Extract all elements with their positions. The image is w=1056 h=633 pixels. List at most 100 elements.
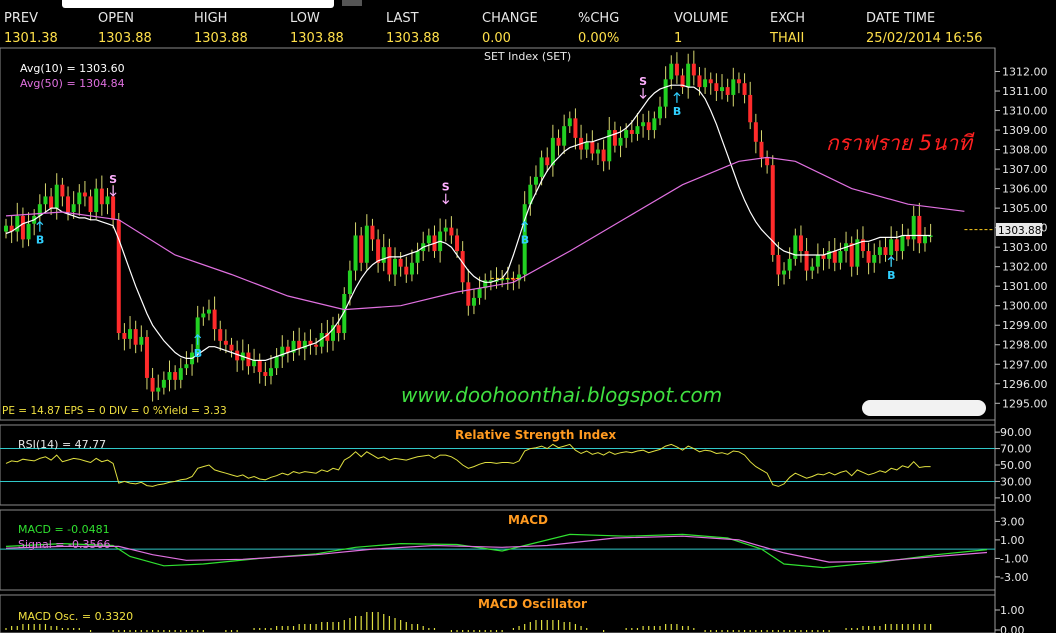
candle-body <box>624 130 629 138</box>
signal-legend: Signal = -0.3566 <box>18 538 110 551</box>
candle-body <box>601 149 606 162</box>
price-panel-title: SET Index (SET) <box>484 50 571 63</box>
macd-osc-panel-title: MACD Oscillator <box>478 597 587 611</box>
candle-body <box>4 225 8 232</box>
candle-body <box>353 235 358 271</box>
buy-signal-label: B <box>887 269 895 282</box>
candle-body <box>736 79 741 84</box>
candle-body <box>257 360 262 373</box>
candle-body <box>139 336 144 345</box>
candle-body <box>641 122 646 127</box>
candle-body <box>49 196 54 209</box>
candle-body <box>347 270 352 294</box>
buy-signal-label: B <box>194 347 202 360</box>
candle-body <box>26 223 31 240</box>
candle-body <box>556 137 561 146</box>
avg10-legend: Avg(10) = 1303.60 <box>20 62 125 75</box>
candle-body <box>455 235 460 252</box>
candle-body <box>223 340 228 345</box>
candle-body <box>274 356 279 369</box>
candle-body <box>889 239 894 255</box>
candle-body <box>652 118 657 131</box>
candle-body <box>776 254 781 275</box>
candle-body <box>82 192 87 197</box>
candle-body <box>43 196 48 205</box>
price-tick-label: 1296.00 <box>1002 378 1048 391</box>
candle-body <box>866 251 871 263</box>
redacted-smudge <box>862 400 986 416</box>
candle-body <box>917 215 922 244</box>
candle-body <box>877 247 882 255</box>
candle-body <box>894 239 899 252</box>
price-tick-label: 1308.00 <box>1002 144 1048 157</box>
rsi-tick-label: 50.00 <box>1000 459 1032 472</box>
price-tick-label: 1303.00 <box>1002 241 1048 254</box>
candle-body <box>810 266 815 271</box>
candle-body <box>883 247 888 255</box>
price-tick-label: 1300.00 <box>1002 300 1048 313</box>
candle-body <box>691 63 696 76</box>
price-tick-label: 1305.00 <box>1002 202 1048 215</box>
buy-signal-label: B <box>673 105 681 118</box>
candle-body <box>77 192 82 205</box>
chart-area[interactable]: 1295.00 1296.00 1297.00 1298.00 1299.00 1300.… <box>0 0 1056 633</box>
candle-body <box>539 157 544 177</box>
buy-signal-label: B <box>36 234 44 247</box>
candle-body <box>590 141 595 154</box>
candle-body <box>714 83 719 92</box>
candle-body <box>252 360 257 367</box>
candle-body <box>618 137 623 146</box>
candle-body <box>658 106 662 119</box>
macd-tick-label: 3.00 <box>1000 515 1025 528</box>
price-tick-label: 1301.00 <box>1002 280 1048 293</box>
candle-body <box>178 368 183 380</box>
sell-signal-label: S <box>639 75 647 88</box>
candle-body <box>787 258 792 271</box>
macd-tick-label: -1.00 <box>1000 552 1028 565</box>
candle-body <box>477 288 482 298</box>
timeframe-annotation: กราฟราย 5นาที <box>826 131 975 155</box>
candle-body <box>398 258 403 267</box>
price-tick-label: 1310.00 <box>1002 105 1048 118</box>
candle-body <box>359 235 364 263</box>
candle-body <box>218 329 223 341</box>
candle-body <box>54 184 59 209</box>
candle-body <box>364 225 369 263</box>
candle-body <box>99 188 104 205</box>
candle-body <box>66 196 71 213</box>
candle-body <box>703 79 708 88</box>
candle-body <box>122 333 127 339</box>
candle-body <box>900 235 905 252</box>
candle-body <box>20 215 25 240</box>
candle-body <box>471 297 476 306</box>
candle-body <box>314 344 319 347</box>
candle-body <box>426 235 431 244</box>
candle-body <box>765 157 770 166</box>
candle-body <box>697 75 702 88</box>
macd-tick-label: 1.00 <box>1000 534 1025 547</box>
macd-tick-label: -3.00 <box>1000 571 1028 584</box>
candle-body <box>725 87 730 95</box>
candle-body <box>545 157 550 166</box>
candle-body <box>268 368 273 376</box>
rsi-legend: RSI(14) = 47.77 <box>18 438 106 451</box>
avg50-legend: Avg(50) = 1304.84 <box>20 77 125 90</box>
candle-body <box>60 184 65 197</box>
price-tick-label: 1297.00 <box>1002 358 1048 371</box>
candle-body <box>612 130 617 146</box>
candle-body <box>573 118 578 138</box>
candle-body <box>815 254 820 267</box>
candle-body <box>466 282 471 306</box>
fundamentals-text: PE = 14.87 EPS = 0 DIV = 0 %Yield = 3.33 <box>2 405 227 417</box>
candle-body <box>629 130 634 134</box>
candle-body <box>663 79 668 107</box>
candle-body <box>533 176 538 185</box>
candle-body <box>567 118 572 127</box>
price-tick-label: 1307.00 <box>1002 163 1048 176</box>
candle-body <box>674 63 679 76</box>
candle-body <box>731 79 736 95</box>
candle-body <box>336 325 341 334</box>
candle-body <box>387 247 392 275</box>
candle-body <box>748 94 753 123</box>
candle-body <box>144 336 149 378</box>
